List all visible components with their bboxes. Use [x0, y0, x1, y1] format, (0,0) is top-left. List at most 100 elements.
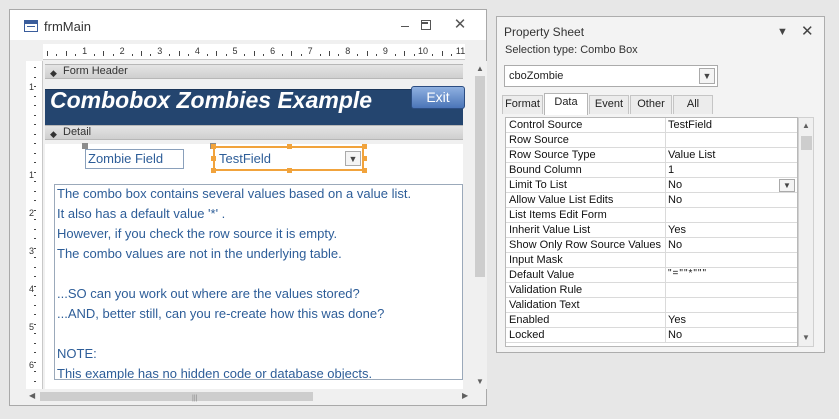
property-name: Inherit Value List — [509, 224, 591, 236]
tab-format[interactable]: Format — [502, 95, 543, 114]
ruler-tick — [34, 143, 36, 144]
scroll-up-icon[interactable]: ▲ — [476, 64, 484, 73]
property-row[interactable]: Inherit Value List Yes — [506, 223, 797, 238]
close-icon[interactable]: ✕ — [447, 16, 473, 34]
tab-other[interactable]: Other — [630, 95, 672, 114]
scroll-up-icon[interactable]: ▲ — [802, 121, 810, 130]
resize-handle[interactable] — [287, 144, 292, 149]
ruler-tick — [34, 86, 36, 87]
ruler-number: 10 — [417, 46, 429, 56]
ruler-tick — [34, 133, 36, 135]
tab-data[interactable]: Data — [544, 93, 588, 115]
scroll-thumb[interactable]: ||| — [40, 392, 313, 402]
ruler-tick — [216, 51, 218, 56]
form-header-bar[interactable]: ◆ Form Header — [45, 64, 463, 79]
resize-handle[interactable] — [211, 168, 216, 173]
tab-event[interactable]: Event — [589, 95, 629, 114]
property-sheet: Property Sheet ▼ ✕ Selection type: Combo… — [496, 16, 825, 353]
property-row[interactable]: Row Source — [506, 133, 797, 148]
vertical-scrollbar[interactable]: ▲ ▼ — [473, 61, 487, 389]
zombie-field-label[interactable]: Zombie Field — [85, 149, 184, 169]
ruler-tick — [75, 54, 77, 56]
tab-all[interactable]: All — [673, 95, 713, 114]
detail-bar[interactable]: ◆ Detail — [45, 125, 463, 140]
property-row[interactable]: Validation Text — [506, 298, 797, 313]
property-value[interactable]: "=""*""" — [668, 268, 707, 279]
scroll-left-icon[interactable]: ◀ — [29, 391, 35, 400]
chevron-down-icon[interactable]: ▼ — [779, 179, 795, 192]
vertical-ruler[interactable]: 1123456 — [26, 61, 43, 389]
scroll-thumb[interactable] — [475, 76, 485, 277]
ruler-number: 9 — [382, 46, 388, 56]
textbox-line: ...AND, better still, can you re-create … — [57, 306, 385, 321]
combo-value: TestField — [219, 151, 272, 166]
dropdown-arrow-icon[interactable]: ▼ — [777, 26, 788, 38]
ruler-tick — [34, 95, 36, 97]
property-scrollbar[interactable]: ▲ ▼ — [798, 117, 814, 347]
resize-handle[interactable] — [362, 156, 367, 161]
property-value[interactable]: No — [668, 194, 682, 206]
ruler-number: 4 — [194, 46, 200, 56]
restore-icon[interactable] — [412, 16, 438, 34]
ruler-tick — [34, 219, 36, 220]
property-row[interactable]: Allow Value List Edits No — [506, 193, 797, 208]
property-row[interactable]: Validation Rule — [506, 283, 797, 298]
column-divider — [665, 268, 666, 283]
chevron-down-icon[interactable]: ▼ — [699, 68, 715, 84]
textbox-line: However, if you check the row source it … — [57, 226, 338, 241]
ruler-tick — [329, 51, 330, 56]
property-row[interactable]: List Items Edit Form — [506, 208, 797, 223]
property-value[interactable]: No — [668, 239, 682, 251]
resize-handle[interactable] — [362, 144, 367, 149]
property-row[interactable]: Locked No — [506, 328, 797, 343]
property-name: List Items Edit Form — [509, 209, 607, 221]
ruler-tick — [103, 51, 105, 56]
column-divider — [665, 178, 666, 193]
description-textbox[interactable]: The combo box contains several values ba… — [54, 184, 463, 380]
ruler-tick — [34, 304, 36, 306]
ruler-tick — [34, 257, 36, 258]
close-icon[interactable]: ✕ — [801, 22, 814, 40]
property-row[interactable]: Enabled Yes — [506, 313, 797, 328]
column-divider — [665, 148, 666, 163]
scroll-down-icon[interactable]: ▼ — [802, 333, 810, 342]
property-value[interactable]: No — [668, 329, 682, 341]
property-value[interactable]: Yes — [668, 224, 686, 236]
property-row[interactable]: Input Mask — [506, 253, 797, 268]
ruler-tick — [34, 323, 36, 325]
property-name: Input Mask — [509, 254, 563, 266]
header-title-label[interactable]: Combobox Zombies Example — [50, 87, 372, 114]
scroll-down-icon[interactable]: ▼ — [476, 377, 484, 386]
resize-handle[interactable] — [362, 168, 367, 173]
property-value[interactable]: Yes — [668, 314, 686, 326]
property-row[interactable]: Control Source TestField — [506, 118, 797, 133]
textbox-line: ...SO can you work out where are the val… — [57, 286, 360, 301]
property-row[interactable]: Row Source Type Value List — [506, 148, 797, 163]
ruler-tick — [244, 54, 246, 56]
ruler-tick — [34, 333, 36, 334]
ruler-corner[interactable] — [26, 44, 43, 60]
resize-handle[interactable] — [287, 168, 292, 173]
ruler-tick — [34, 162, 36, 163]
property-row[interactable]: Show Only Row Source Values No — [506, 238, 797, 253]
resize-handle[interactable] — [211, 156, 216, 161]
property-value[interactable]: No — [668, 179, 682, 191]
property-value[interactable]: 1 — [668, 164, 674, 176]
scroll-right-icon[interactable]: ▶ — [462, 391, 468, 400]
chevron-down-icon[interactable]: ▼ — [345, 151, 361, 166]
scroll-thumb[interactable] — [801, 136, 812, 150]
property-value[interactable]: TestField — [668, 119, 712, 131]
property-row[interactable]: Bound Column 1 — [506, 163, 797, 178]
property-row[interactable]: Default Value "=""*""" — [506, 268, 797, 283]
property-name: Control Source — [509, 119, 583, 131]
horizontal-ruler[interactable]: 1 2 3 4 5 6 7 8 9 10 11 — [43, 44, 465, 60]
exit-button[interactable]: Exit — [411, 86, 465, 109]
property-row[interactable]: Limit To List No ▼ — [506, 178, 797, 193]
form-header-label: Form Header — [63, 65, 128, 77]
horizontal-scrollbar[interactable]: ◀ ||| ▶ — [26, 389, 473, 403]
object-selector[interactable]: cboZombie ▼ — [504, 65, 718, 87]
ruler-tick — [34, 295, 36, 296]
resize-handle[interactable] — [211, 144, 216, 149]
property-grid: Control Source TestField Row Source Row Sou… — [505, 117, 798, 347]
property-value[interactable]: Value List — [668, 149, 716, 161]
